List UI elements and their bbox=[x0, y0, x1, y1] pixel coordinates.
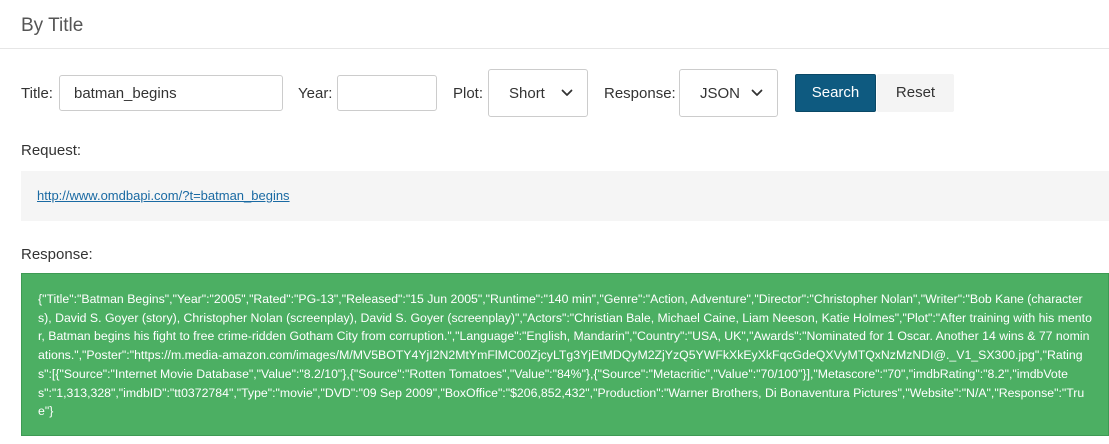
chevron-down-icon bbox=[561, 89, 573, 96]
request-panel: http://www.omdbapi.com/?t=batman_begins bbox=[21, 171, 1109, 221]
search-button[interactable]: Search bbox=[795, 74, 876, 112]
title-input[interactable] bbox=[59, 75, 283, 111]
section-divider bbox=[0, 48, 1109, 49]
search-form: Title: Year: Plot: Short Response: JSON … bbox=[0, 68, 1109, 118]
request-url-link[interactable]: http://www.omdbapi.com/?t=batman_begins bbox=[37, 188, 290, 203]
response-panel: {"Title":"Batman Begins","Year":"2005","… bbox=[21, 273, 1109, 436]
response-format-label: Response: bbox=[604, 85, 676, 102]
section-title: By Title bbox=[21, 15, 84, 36]
chevron-down-icon bbox=[751, 89, 763, 96]
reset-button[interactable]: Reset bbox=[877, 74, 954, 112]
title-label: Title: bbox=[21, 85, 53, 102]
plot-select[interactable]: Short bbox=[488, 69, 588, 117]
response-format-value: JSON bbox=[700, 85, 741, 102]
year-label: Year: bbox=[298, 85, 333, 102]
response-body: {"Title":"Batman Begins","Year":"2005","… bbox=[38, 292, 1092, 419]
plot-select-value: Short bbox=[509, 85, 545, 102]
plot-label: Plot: bbox=[453, 85, 484, 102]
response-format-select[interactable]: JSON bbox=[679, 69, 778, 117]
year-input[interactable] bbox=[337, 75, 437, 111]
response-label: Response: bbox=[21, 246, 93, 263]
request-label: Request: bbox=[21, 142, 82, 159]
